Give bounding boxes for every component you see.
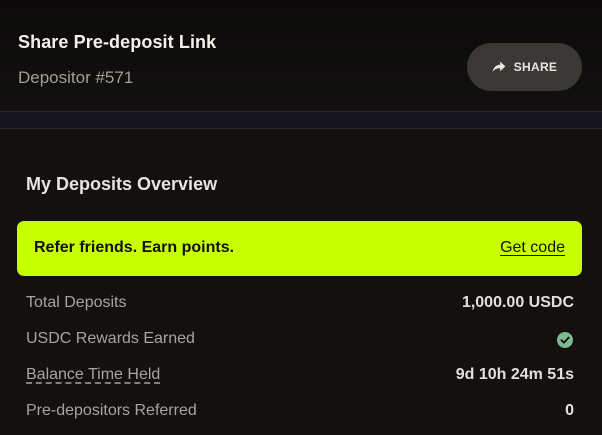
stat-label: Total Deposits — [26, 294, 127, 311]
section-divider — [0, 112, 602, 129]
deposit-dashboard: Share Pre-deposit Link Depositor #571 SH… — [0, 0, 602, 435]
get-code-link[interactable]: Get code — [500, 239, 565, 257]
stat-row-total-deposits: Total Deposits 1,000.00 USDC — [26, 294, 574, 318]
stat-label: USDC Rewards Earned — [26, 330, 195, 347]
deposits-overview-card: My Deposits Overview Refer friends. Earn… — [0, 129, 602, 435]
stat-label: Pre-depositors Referred — [26, 402, 197, 419]
stat-row-usdc-rewards: USDC Rewards Earned — [26, 330, 574, 354]
stat-row-balance-time: Balance Time Held 9d 10h 24m 51s — [26, 366, 574, 390]
share-link-card: Share Pre-deposit Link Depositor #571 SH… — [0, 0, 602, 112]
check-circle-icon — [557, 332, 573, 348]
overview-title: My Deposits Overview — [26, 174, 218, 194]
stat-value: 9d 10h 24m 51s — [455, 366, 574, 383]
stat-value: 1,000.00 USDC — [461, 294, 574, 311]
share-arrow-icon — [492, 61, 506, 72]
balance-time-held-tooltip-trigger[interactable]: Balance Time Held — [26, 366, 160, 384]
depositor-number: Depositor #571 — [18, 68, 134, 87]
share-button-label: SHARE — [513, 60, 558, 74]
stat-row-referred: Pre-depositors Referred 0 — [26, 402, 574, 426]
refer-banner: Refer friends. Earn points. Get code — [17, 221, 582, 276]
stat-value: 0 — [565, 402, 574, 419]
refer-banner-text: Refer friends. Earn points. — [34, 239, 235, 256]
share-button[interactable]: SHARE — [467, 43, 582, 91]
share-title: Share Pre-deposit Link — [18, 32, 217, 52]
